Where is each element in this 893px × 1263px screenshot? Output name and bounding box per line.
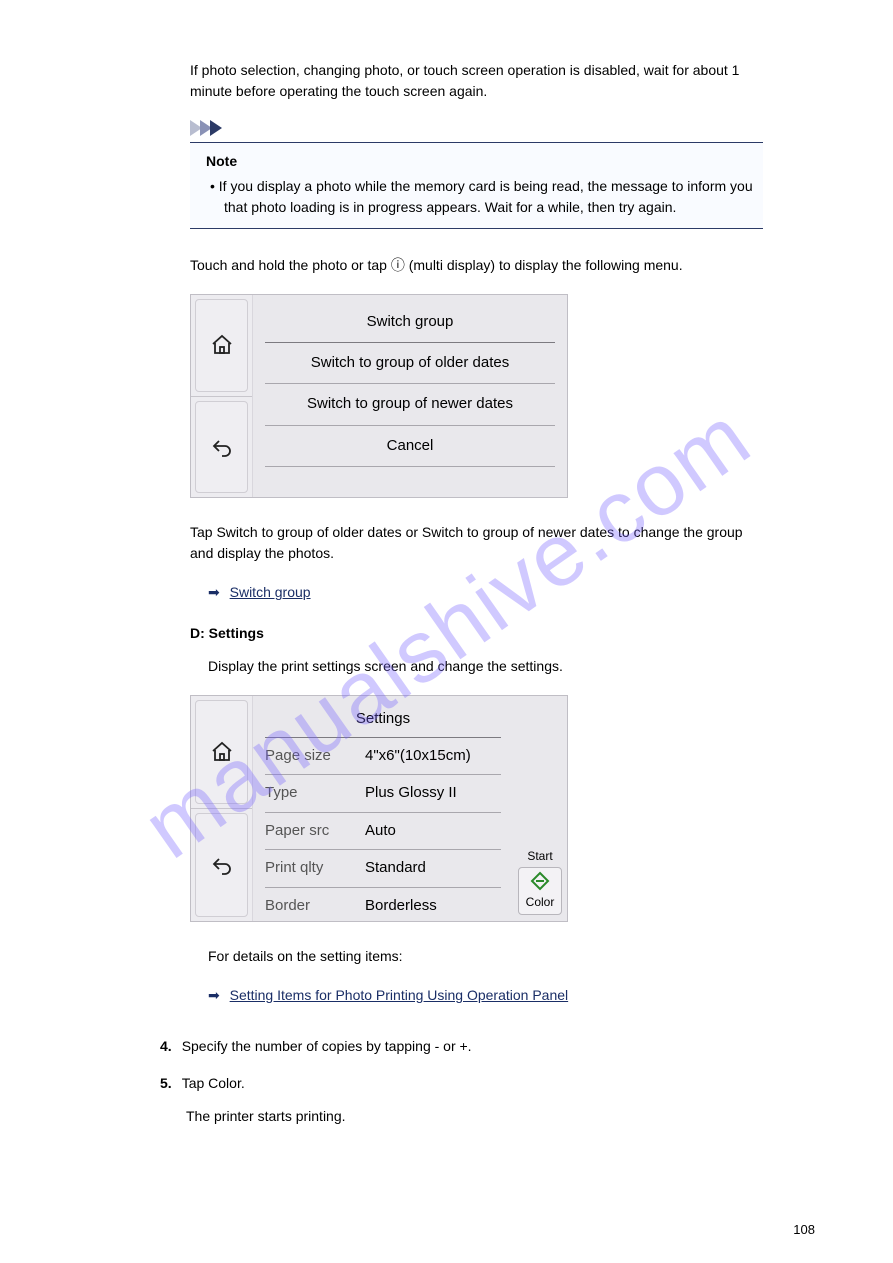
color-start-button[interactable]: Color bbox=[518, 867, 562, 915]
step-text: Tap Color. bbox=[182, 1073, 245, 1094]
start-column: Start Color bbox=[513, 696, 567, 921]
note-chevrons-icon bbox=[190, 120, 823, 136]
page-content: If photo selection, changing photo, or t… bbox=[0, 0, 893, 1167]
note-body: • If you display a photo while the memor… bbox=[206, 176, 753, 218]
menu-item-newer[interactable]: Switch to group of newer dates bbox=[265, 384, 555, 426]
menu-blank-row bbox=[265, 467, 555, 491]
menu-item-older[interactable]: Switch to group of older dates bbox=[265, 343, 555, 385]
setting-items-link[interactable]: Setting Items for Photo Printing Using O… bbox=[230, 987, 569, 1003]
note-box: Note • If you display a photo while the … bbox=[190, 142, 763, 229]
intro-paragraph-2: Touch and hold the photo or tap ⓘ (multi… bbox=[190, 255, 763, 276]
link-row-switch-group: ➡ Switch group bbox=[208, 582, 823, 603]
settings-key: Type bbox=[265, 782, 365, 805]
step-5: 5. Tap Color. bbox=[160, 1073, 823, 1094]
back-button[interactable] bbox=[191, 809, 252, 921]
arrow-icon: ➡ bbox=[208, 582, 220, 603]
printer-screen-settings: Settings Page size 4"x6"(10x15cm) Type P… bbox=[190, 695, 823, 922]
settings-key: Border bbox=[265, 895, 365, 918]
note-bullet: • bbox=[210, 178, 219, 194]
settings-row-type[interactable]: Type Plus Glossy II bbox=[265, 775, 501, 813]
step-4: 4. Specify the number of copies by tappi… bbox=[160, 1036, 823, 1057]
settings-row-pagesize[interactable]: Page size 4"x6"(10x15cm) bbox=[265, 738, 501, 776]
printer-screen-switch-group: Switch group Switch to group of older da… bbox=[190, 294, 823, 498]
back-button[interactable] bbox=[191, 397, 252, 498]
details-text: For details on the setting items: bbox=[208, 946, 763, 967]
home-button[interactable] bbox=[191, 295, 252, 397]
note-title: Note bbox=[206, 151, 753, 172]
settings-row-papersrc[interactable]: Paper src Auto bbox=[265, 813, 501, 851]
intro-paragraph-1: If photo selection, changing photo, or t… bbox=[190, 60, 763, 102]
step-text: Specify the number of copies by tapping … bbox=[182, 1036, 472, 1057]
arrow-icon: ➡ bbox=[208, 985, 220, 1006]
step-number: 4. bbox=[160, 1036, 172, 1057]
settings-val: 4"x6"(10x15cm) bbox=[365, 745, 471, 768]
color-label: Color bbox=[526, 893, 555, 911]
settings-val: Standard bbox=[365, 857, 426, 880]
section-d-prefix: D: bbox=[190, 625, 209, 641]
settings-val: Plus Glossy II bbox=[365, 782, 457, 805]
home-button[interactable] bbox=[191, 696, 252, 809]
step-result: The printer starts printing. bbox=[186, 1106, 823, 1127]
link-row-setting-items: ➡ Setting Items for Photo Printing Using… bbox=[208, 985, 823, 1006]
step-number: 5. bbox=[160, 1073, 172, 1094]
menu-title: Switch group bbox=[265, 303, 555, 343]
settings-key: Paper src bbox=[265, 820, 365, 843]
settings-key: Page size bbox=[265, 745, 365, 768]
screen2-left-buttons bbox=[191, 696, 253, 921]
group-instruction: Tap Switch to group of older dates or Sw… bbox=[190, 522, 763, 564]
section-d-strong: Settings bbox=[209, 625, 264, 641]
menu-item-cancel[interactable]: Cancel bbox=[265, 426, 555, 468]
settings-val: Borderless bbox=[365, 895, 437, 918]
settings-row-printqlty[interactable]: Print qlty Standard bbox=[265, 850, 501, 888]
settings-val: Auto bbox=[365, 820, 396, 843]
settings-key: Print qlty bbox=[265, 857, 365, 880]
page-number: 108 bbox=[793, 1220, 815, 1240]
settings-row-border[interactable]: Border Borderless bbox=[265, 888, 501, 922]
switch-group-menu: Switch group Switch to group of older da… bbox=[253, 295, 567, 497]
section-d-label: D: Settings bbox=[190, 623, 823, 644]
settings-intro: Display the print settings screen and ch… bbox=[208, 656, 763, 677]
switch-group-link[interactable]: Switch group bbox=[230, 584, 311, 600]
screen-left-buttons bbox=[191, 295, 253, 497]
note-body-text: If you display a photo while the memory … bbox=[219, 178, 753, 215]
start-label: Start bbox=[527, 847, 552, 865]
settings-list: Settings Page size 4"x6"(10x15cm) Type P… bbox=[253, 696, 513, 921]
settings-title: Settings bbox=[265, 702, 501, 738]
